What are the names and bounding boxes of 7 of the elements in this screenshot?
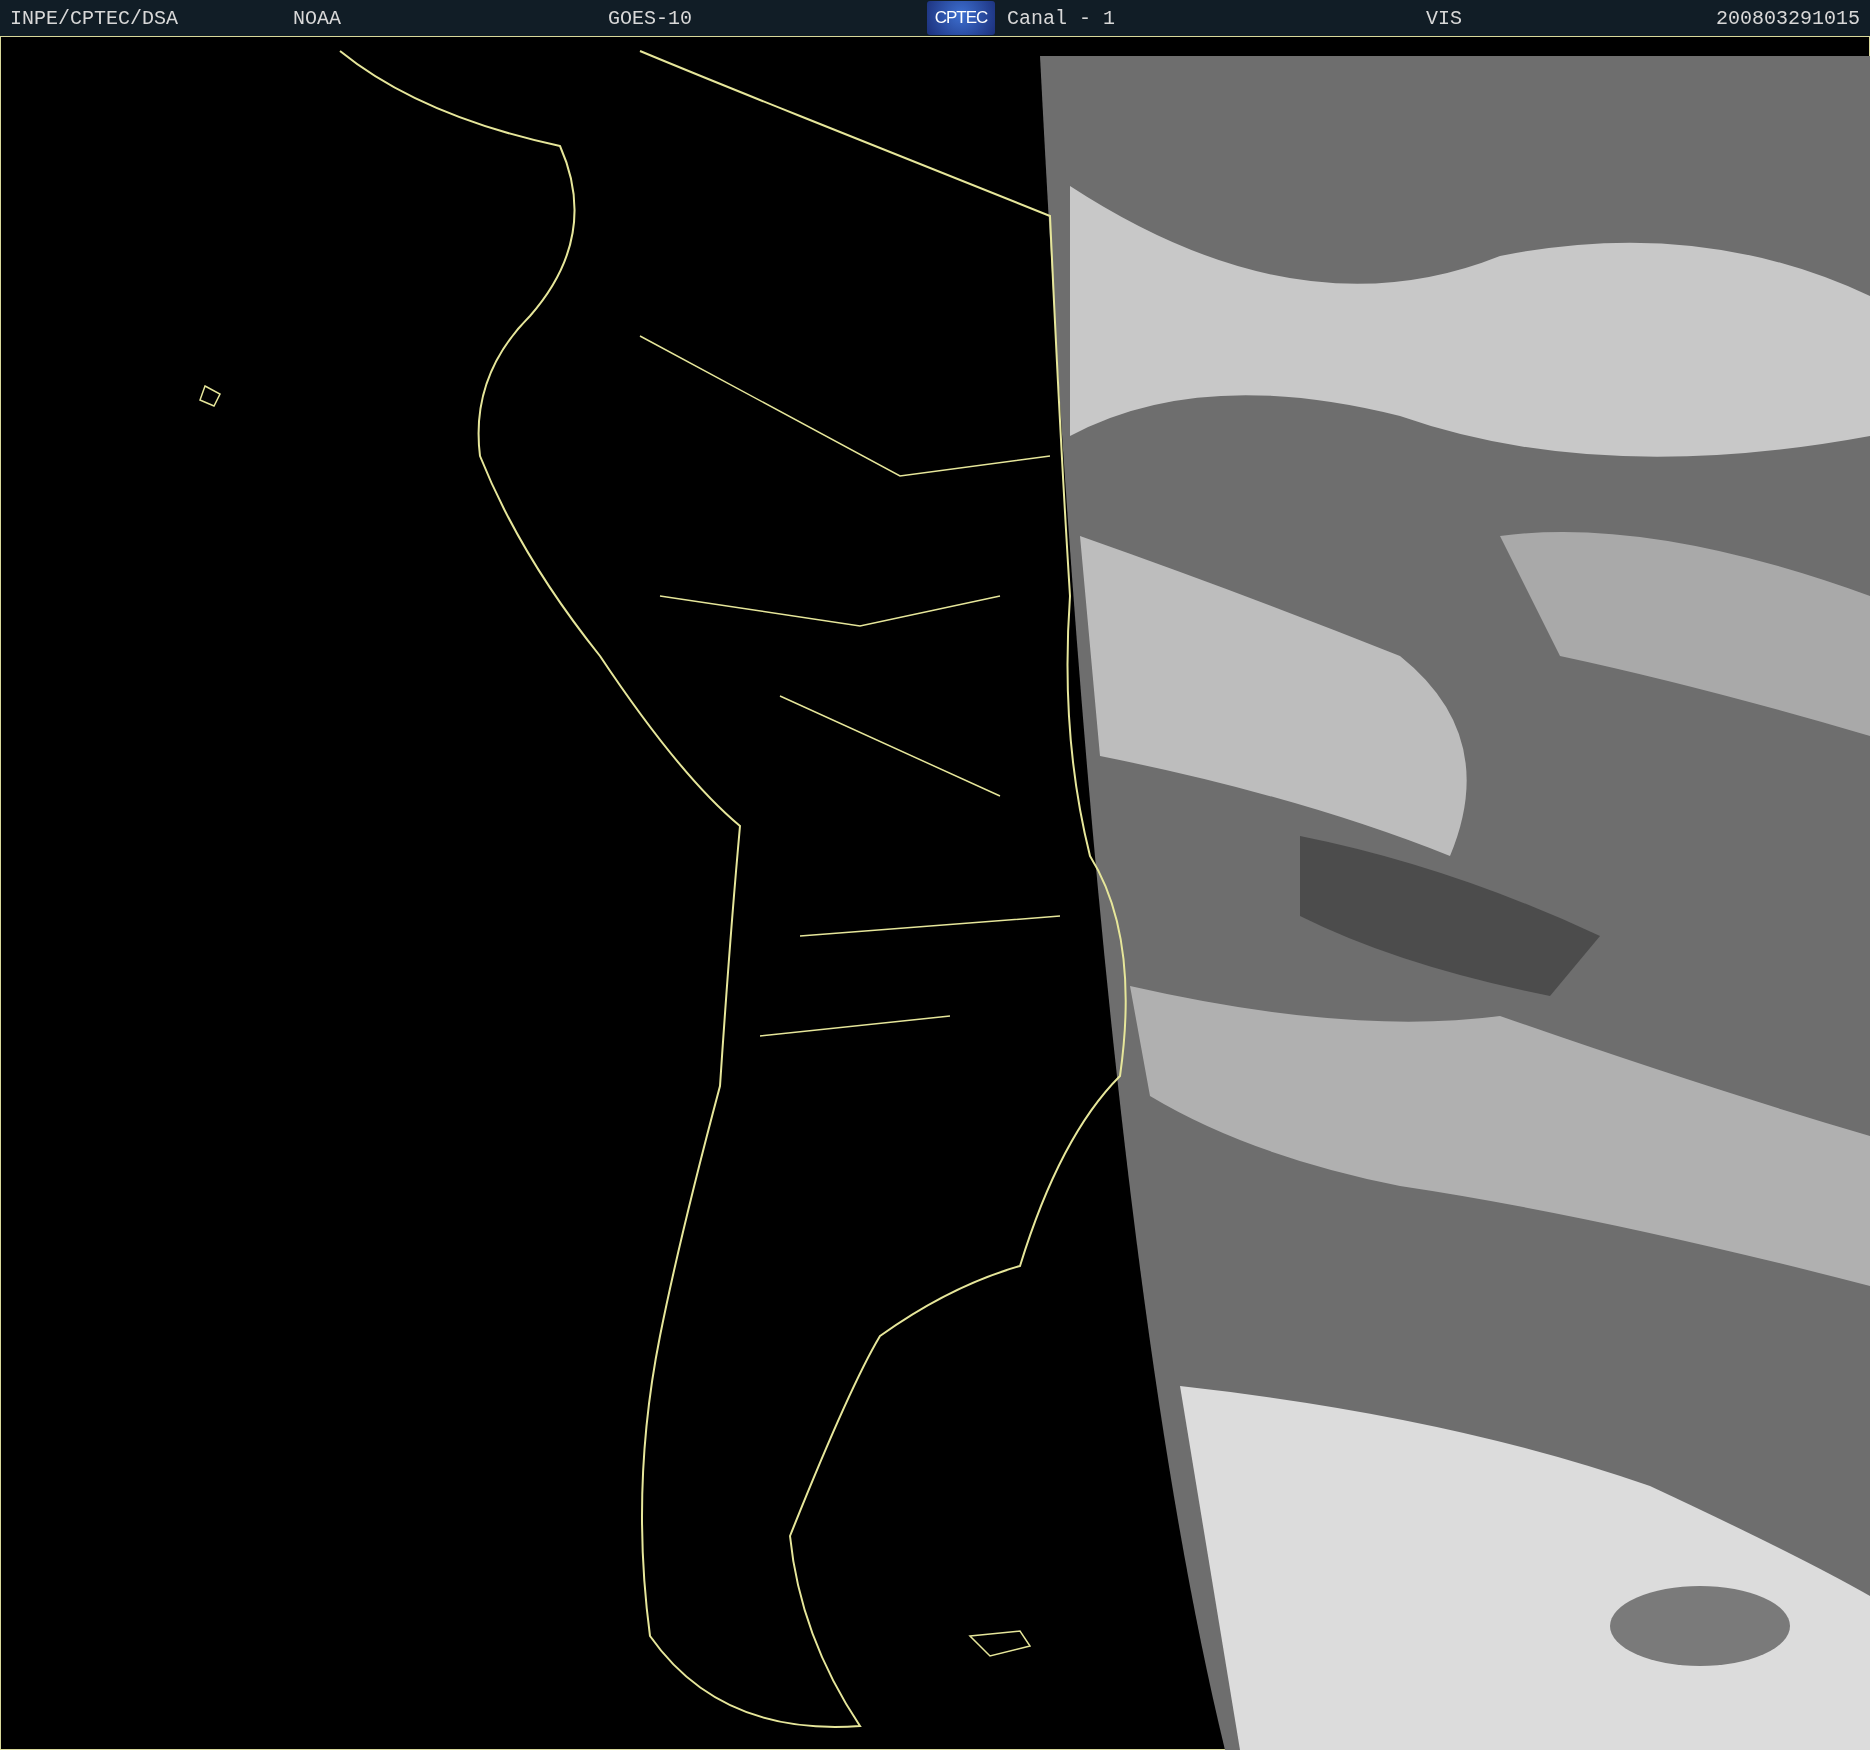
header-label: GOES-10 bbox=[608, 6, 693, 30]
logo: CPTEC bbox=[927, 1, 995, 35]
header-label: INPE/CPTEC/DSA bbox=[10, 6, 180, 30]
header-label: VIS bbox=[1426, 6, 1463, 30]
header-label: 200803291015 bbox=[1715, 6, 1860, 30]
header-label: Canal - 1 bbox=[1007, 6, 1117, 30]
header-label: NOAA bbox=[293, 6, 342, 30]
